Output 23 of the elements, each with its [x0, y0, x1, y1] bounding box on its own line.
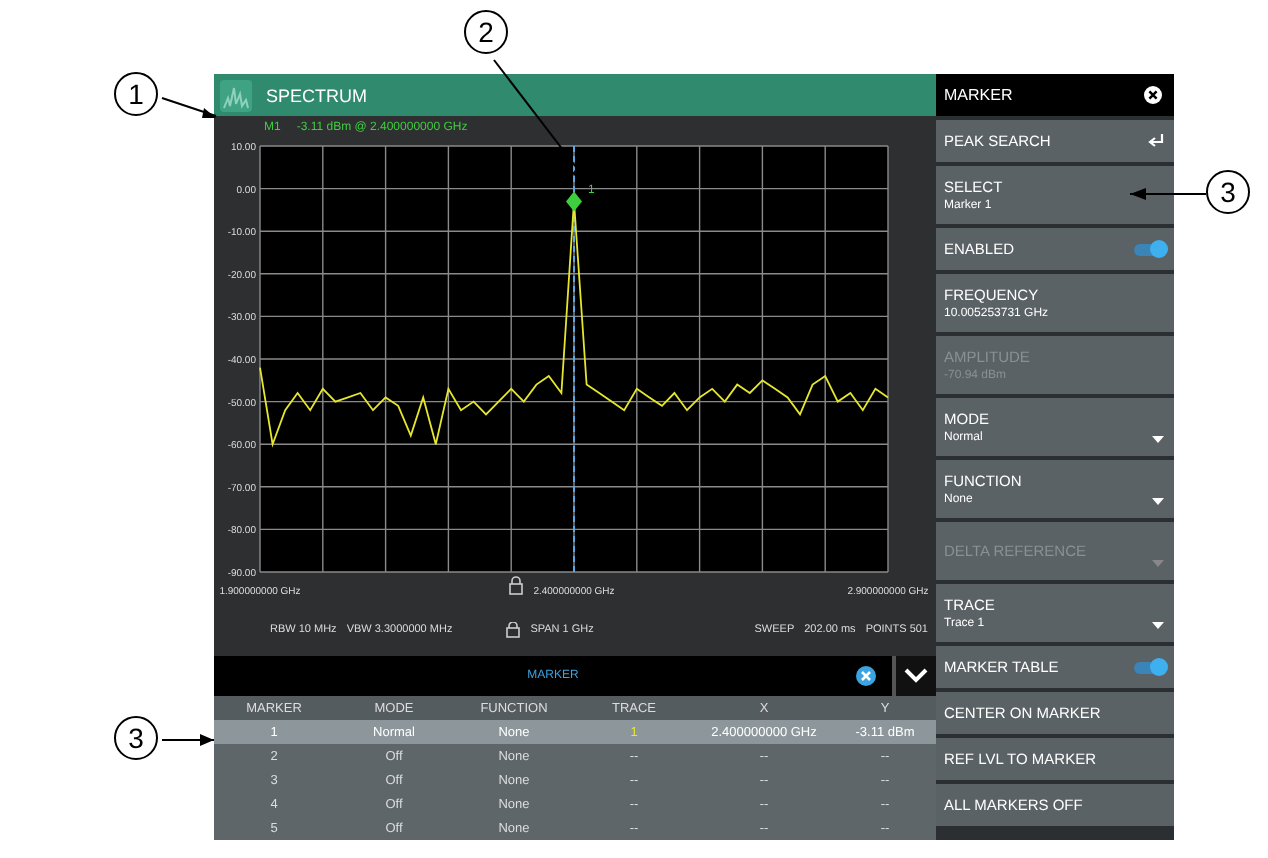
- toggle-switch[interactable]: [1134, 661, 1164, 673]
- marker-diamond[interactable]: [566, 191, 582, 212]
- caret-icon: [1152, 560, 1164, 568]
- leader-line: [161, 97, 217, 118]
- callout-number: 2: [464, 10, 508, 54]
- lock-icon: [506, 622, 521, 638]
- spectrum-icon: [220, 79, 252, 111]
- lock-icon: [509, 576, 523, 595]
- callout-number: 3: [114, 716, 158, 760]
- caret-icon: [1152, 622, 1164, 630]
- collapse-button[interactable]: [892, 656, 936, 696]
- caret-icon: [1152, 436, 1164, 444]
- callout-number: 1: [114, 72, 158, 116]
- leader-line: [1129, 188, 1207, 200]
- callout-number: 3: [1206, 170, 1250, 214]
- leader-line: [161, 734, 215, 746]
- close-icon[interactable]: [856, 666, 876, 686]
- panel-title: MARKER: [944, 86, 1013, 104]
- window-title: SPECTRUM: [266, 85, 368, 105]
- toggle-switch[interactable]: [1134, 243, 1164, 255]
- caret-icon: [1152, 498, 1164, 506]
- chevron-icon: [904, 668, 928, 684]
- close-icon[interactable]: [1144, 86, 1162, 104]
